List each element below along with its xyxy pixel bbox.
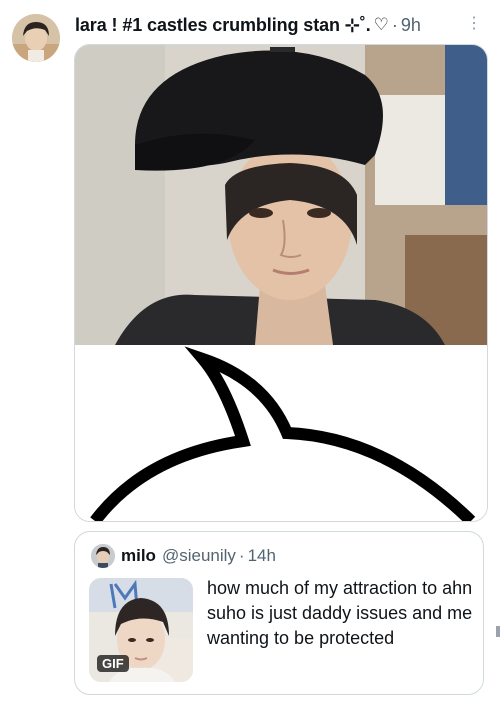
separator-dot: · [238, 546, 245, 565]
author-avatar[interactable] [12, 14, 60, 62]
quoted-timestamp[interactable]: 14h [248, 546, 276, 566]
speech-bubble-image[interactable] [75, 345, 487, 521]
author-display-name[interactable]: lara ! #1 castles crumbling stan ⊹˚. [75, 15, 371, 36]
quoted-handle[interactable]: @sieunily [162, 546, 236, 566]
quoted-tweet-header: milo @sieunily · 14h [121, 544, 276, 568]
tweet-header: lara ! #1 castles crumbling stan ⊹˚. ♡ ·… [75, 12, 490, 38]
more-options-icon[interactable]: ⋮ [466, 14, 482, 34]
tweet-media[interactable] [74, 44, 488, 522]
gif-badge: GIF [97, 655, 129, 672]
photo-image[interactable] [75, 45, 487, 345]
tweet-timestamp[interactable]: 9h [401, 15, 421, 36]
heart-icon: ♡ [373, 15, 389, 34]
quoted-gif-thumbnail[interactable]: GIF [89, 578, 193, 682]
quoted-display-name[interactable]: milo [121, 546, 156, 566]
quoted-tweet-text: how much of my attraction to ahn suho is… [207, 578, 473, 648]
separator-dot: · [391, 14, 398, 35]
quoted-author-avatar[interactable] [91, 544, 115, 568]
quoted-tweet[interactable]: milo @sieunily · 14h GIF how much of my … [74, 531, 484, 695]
scrollbar-thumb[interactable] [496, 626, 500, 637]
